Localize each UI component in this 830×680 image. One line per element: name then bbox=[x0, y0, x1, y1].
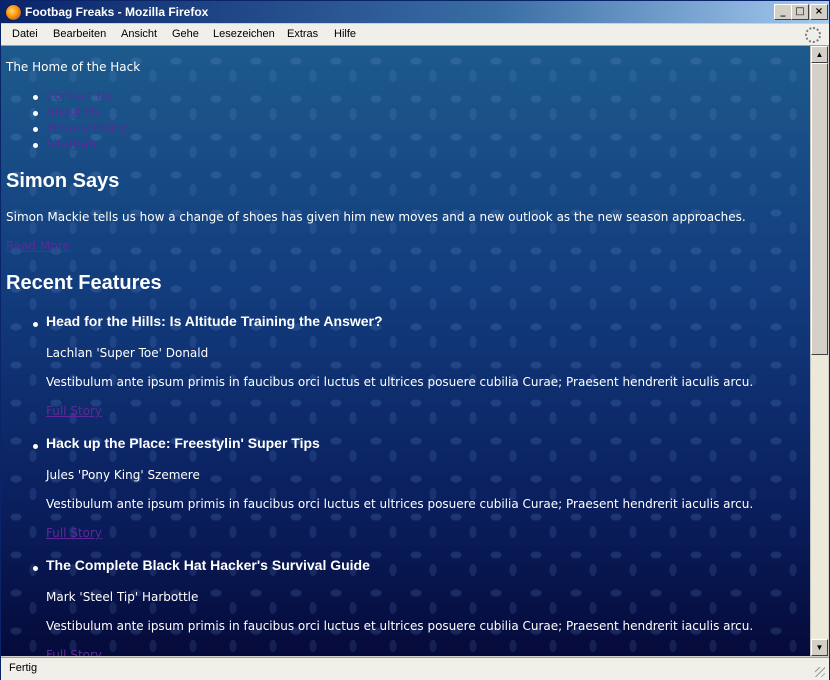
status-bar: Fertig bbox=[1, 657, 829, 680]
simon-says-heading: Simon Says bbox=[6, 170, 120, 192]
nav-item: Contact Us bbox=[6, 89, 128, 105]
simon-says-text: Simon Mackie tells us how a change of sh… bbox=[6, 210, 746, 224]
read-more-link[interactable]: Read More bbox=[6, 239, 70, 253]
nav-link-contact[interactable]: Contact Us bbox=[46, 89, 112, 103]
feature-body: Vestibulum ante ipsum primis in faucibus… bbox=[46, 497, 754, 511]
minimize-button[interactable]: _ bbox=[774, 4, 792, 20]
bullet-icon bbox=[33, 444, 38, 449]
maximize-button[interactable]: □ bbox=[791, 4, 809, 20]
throbber-icon bbox=[805, 27, 821, 43]
nav-item: About Us bbox=[6, 105, 128, 121]
feature-title: Hack up the Place: Freestylin' Super Tip… bbox=[46, 435, 320, 451]
full-story-link[interactable]: Full Story bbox=[46, 526, 102, 540]
firefox-icon bbox=[5, 4, 22, 21]
scroll-down-arrow-icon[interactable]: ▼ bbox=[811, 639, 828, 656]
nav-item: Sitemap bbox=[6, 137, 128, 153]
feature-body: Vestibulum ante ipsum primis in faucibus… bbox=[46, 619, 754, 633]
scroll-up-arrow-icon[interactable]: ▲ bbox=[811, 46, 828, 63]
page-viewport[interactable]: The Home of the Hack Contact Us About Us… bbox=[1, 46, 811, 656]
status-text: Fertig bbox=[9, 662, 38, 674]
scrollbar-thumb[interactable] bbox=[811, 63, 828, 355]
feature-author: Lachlan 'Super Toe' Donald bbox=[46, 346, 209, 360]
title-bar[interactable]: Footbag Freaks - Mozilla Firefox _ □ × bbox=[1, 1, 829, 23]
menu-datei[interactable]: Datei bbox=[12, 28, 38, 40]
vertical-scrollbar[interactable]: ▲ ▼ bbox=[810, 46, 828, 656]
menu-hilfe[interactable]: Hilfe bbox=[334, 28, 356, 40]
feature-body: Vestibulum ante ipsum primis in faucibus… bbox=[46, 375, 754, 389]
menu-gehe[interactable]: Gehe bbox=[172, 28, 199, 40]
nav-link-privacy[interactable]: Privacy Policy bbox=[46, 121, 128, 135]
full-story-link[interactable]: Full Story bbox=[46, 648, 102, 656]
close-button[interactable]: × bbox=[810, 4, 828, 20]
site-tagline: The Home of the Hack bbox=[6, 60, 141, 74]
feature-author: Jules 'Pony King' Szemere bbox=[46, 468, 200, 482]
browser-window: Footbag Freaks - Mozilla Firefox _ □ × D… bbox=[0, 0, 830, 680]
nav-link-sitemap[interactable]: Sitemap bbox=[46, 137, 96, 151]
nav-link-about[interactable]: About Us bbox=[46, 105, 100, 119]
menu-bar: Datei Bearbeiten Ansicht Gehe Lesezeiche… bbox=[1, 24, 829, 46]
menu-lesezeichen[interactable]: Lesezeichen bbox=[213, 28, 275, 40]
recent-features-heading: Recent Features bbox=[6, 272, 162, 294]
menu-bearbeiten[interactable]: Bearbeiten bbox=[53, 28, 106, 40]
menu-ansicht[interactable]: Ansicht bbox=[121, 28, 157, 40]
full-story-link[interactable]: Full Story bbox=[46, 404, 102, 418]
bullet-icon bbox=[33, 322, 38, 327]
bullet-icon bbox=[33, 566, 38, 571]
feature-author: Mark 'Steel Tip' Harbottle bbox=[46, 590, 199, 604]
menu-extras[interactable]: Extras bbox=[287, 28, 318, 40]
feature-title: The Complete Black Hat Hacker's Survival… bbox=[46, 557, 370, 573]
window-title: Footbag Freaks - Mozilla Firefox bbox=[25, 5, 209, 19]
feature-title: Head for the Hills: Is Altitude Training… bbox=[46, 313, 383, 329]
nav-item: Privacy Policy bbox=[6, 121, 128, 137]
resize-grip-icon[interactable] bbox=[815, 667, 825, 677]
top-navigation: Contact Us About Us Privacy Policy Sitem… bbox=[6, 89, 128, 153]
